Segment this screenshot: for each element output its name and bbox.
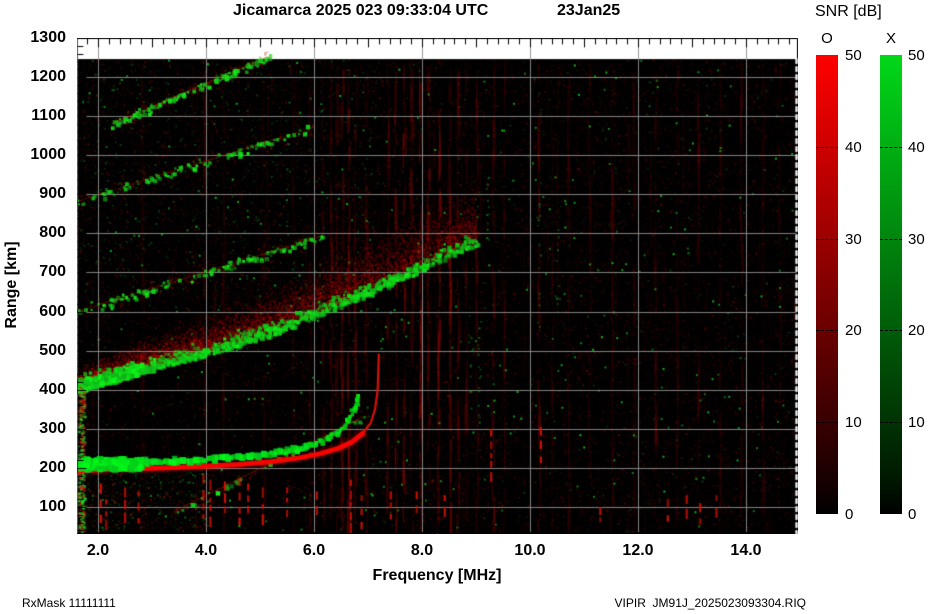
colorbar-dash-tick (816, 330, 838, 332)
colorbar-dash-tick (880, 422, 902, 424)
y-tick-label: 1100 (31, 107, 66, 125)
y-tick-label: 1300 (30, 29, 66, 46)
rxmask-text: RxMask 11111111 (22, 596, 116, 610)
colorbar-tick-o-10: 10 (845, 414, 862, 432)
colorbar-dash-tick (816, 146, 838, 148)
colorbar-tick-x-20: 20 (908, 322, 925, 340)
colorbar-dash-tick (816, 422, 838, 424)
x-tick-label: 8.0 (410, 542, 434, 559)
colorbar-tick-x-10: 10 (908, 414, 925, 432)
page-title: Jicamarca 2025 023 09:33:04 UTC (233, 2, 489, 19)
colorbar-tick-o-30: 30 (845, 230, 862, 248)
x-mode-label: X (885, 30, 896, 47)
colorbar-title: SNR [dB] (815, 3, 882, 20)
ionogram-figure: Jicamarca 2025 023 09:33:04 UTC 23Jan25 … (0, 0, 932, 614)
colorbar-tick-x-40: 40 (908, 138, 925, 156)
ionogram-plot-canvas (77, 38, 798, 534)
x-axis-label: Frequency [MHz] (372, 567, 502, 584)
data-file-text: VIPIR JM91J_2025023093304.RIQ (614, 596, 806, 610)
colorbar-tick-x-0: 0 (908, 506, 917, 523)
colorbar-tick-o-50: 50 (845, 47, 862, 64)
colorbar-dash-tick (880, 238, 902, 240)
y-tick-label: 1000 (30, 146, 66, 164)
colorbar-dash-tick (816, 238, 838, 240)
y-tick-label: 300 (39, 419, 66, 437)
y-tick-label: 100 (39, 497, 66, 515)
colorbar-dash-tick (880, 146, 902, 148)
y-tick-label: 500 (39, 341, 66, 359)
y-tick-label: 200 (39, 458, 66, 476)
colorbar-tick-o-0: 0 (845, 506, 854, 523)
x-tick-label: 10.0 (514, 542, 546, 559)
y-tick-label: 700 (39, 263, 66, 281)
x-tick-label: 4.0 (194, 542, 218, 559)
y-tick-label: 600 (39, 302, 66, 320)
x-tick-label: 2.0 (86, 542, 110, 559)
y-tick-label: 1200 (30, 68, 66, 86)
title-date: 23Jan25 (557, 2, 621, 19)
x-mode-colorbar (880, 55, 902, 514)
o-mode-colorbar (816, 55, 838, 514)
colorbar-dash-tick (880, 330, 902, 332)
colorbar-tick-x-30: 30 (908, 230, 925, 248)
y-tick-label: 800 (39, 224, 66, 242)
colorbar-tick-o-40: 40 (845, 138, 862, 156)
colorbar-tick-x-50: 50 (908, 47, 925, 64)
x-tick-label: 6.0 (302, 542, 326, 559)
x-tick-label: 14.0 (730, 542, 762, 559)
colorbar-tick-o-20: 20 (845, 322, 862, 340)
o-mode-label: O (821, 30, 833, 47)
y-tick-label: 900 (39, 185, 66, 203)
x-tick-label: 12.0 (622, 542, 654, 559)
y-tick-label: 400 (39, 380, 66, 398)
